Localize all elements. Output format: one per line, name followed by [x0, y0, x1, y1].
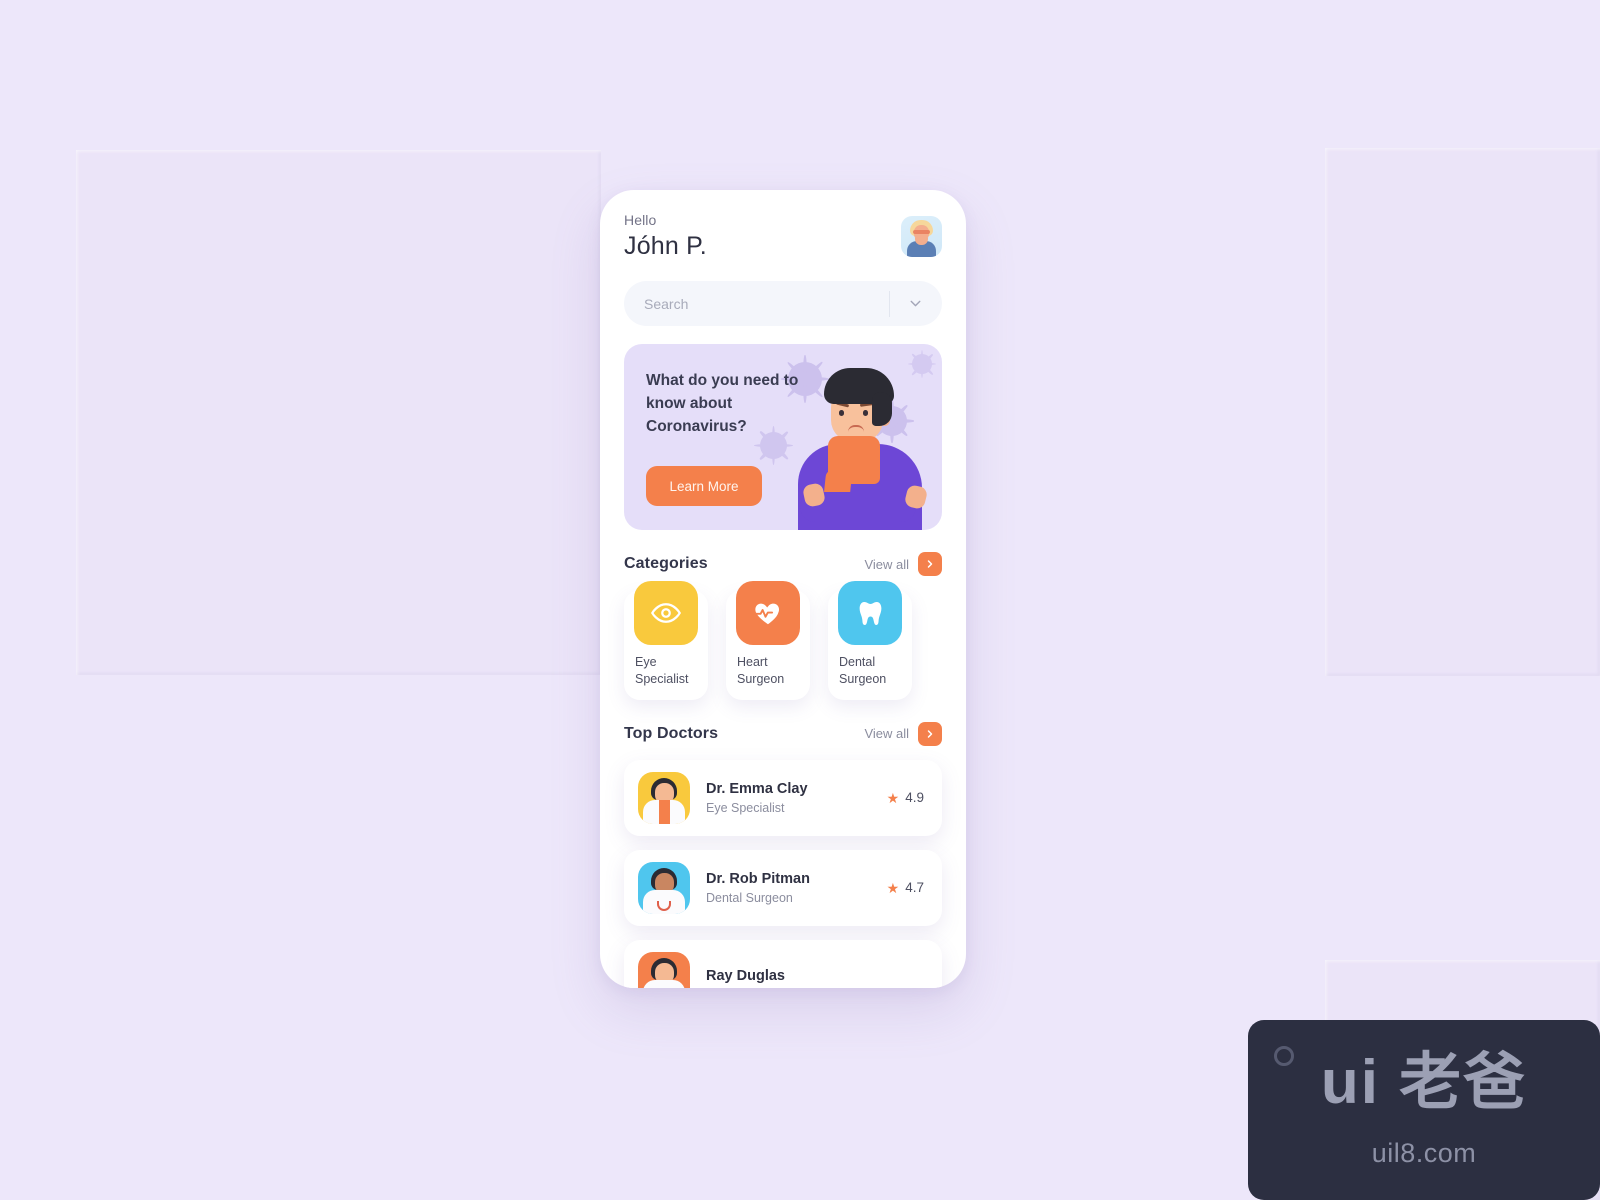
learn-more-button[interactable]: Learn More [646, 466, 762, 506]
search-divider [889, 290, 890, 317]
category-label: Heart Surgeon [737, 655, 785, 686]
doctor-row-emma-clay[interactable]: Dr. Emma Clay Eye Specialist ★ 4.9 [624, 759, 942, 836]
background-panel-right [1325, 148, 1600, 676]
category-label: Eye Specialist [635, 655, 689, 686]
header: Hello Jóhn P. [624, 212, 942, 261]
doctor-info: Dr. Emma Clay Eye Specialist [706, 781, 887, 815]
category-card-eye-specialist[interactable]: Eye Specialist [624, 581, 708, 700]
avatar-glasses [913, 230, 930, 234]
search-bar[interactable] [624, 281, 942, 326]
banner-title: What do you need to know about Coronavir… [646, 372, 799, 435]
rating-value: 4.9 [905, 790, 924, 806]
doctor-name: Ray Duglas [706, 967, 785, 984]
rating-value: 4.7 [905, 880, 924, 896]
watermark-url: uil8.com [1371, 1138, 1477, 1168]
categories-list: Eye Specialist Heart Surgeon Dental Surg… [624, 581, 942, 700]
tooth-icon [838, 581, 902, 645]
doctors-view-all[interactable]: View all [864, 721, 942, 746]
doctor-name: Dr. Emma Clay [706, 780, 808, 797]
doctor-specialty: Eye Specialist [706, 800, 785, 815]
banner-text-block: What do you need to know about Coronavir… [646, 370, 826, 439]
doctor-specialty: Dental Surgeon [706, 890, 793, 905]
doctor-info: Dr. Rob Pitman Dental Surgeon [706, 871, 887, 905]
star-icon: ★ [886, 789, 900, 806]
star-icon: ★ [886, 879, 900, 896]
chevron-right-icon[interactable] [918, 552, 942, 576]
greeting-label: Hello [624, 212, 657, 228]
doctor-male-avatar-icon [638, 861, 690, 914]
categories-view-all[interactable]: View all [864, 552, 942, 576]
doctor-info: Ray Duglas [706, 968, 924, 988]
greeting-block: Hello Jóhn P. [624, 212, 707, 261]
heart-pulse-icon [736, 581, 800, 645]
eye-icon [634, 581, 698, 645]
view-all-label: View all [864, 556, 909, 572]
doctor-rating: ★ 4.7 [887, 880, 924, 895]
doctor-name: Dr. Rob Pitman [706, 870, 810, 887]
category-card-dental-surgeon[interactable]: Dental Surgeon [828, 581, 912, 700]
doctors-list: Dr. Emma Clay Eye Specialist ★ 4.9 Dr. R… [624, 759, 942, 988]
user-name: Jóhn P. [624, 232, 707, 260]
watermark-logo: ui 老爸 [1320, 1048, 1528, 1117]
phone-frame: Hello Jóhn P. Search What do you need to… [600, 190, 966, 988]
doctor-row-ray-duglas[interactable]: Ray Duglas [624, 939, 942, 988]
background-panel-left [76, 150, 601, 675]
categories-section-header: Categories View all [624, 552, 942, 576]
categories-title: Categories [624, 555, 708, 572]
search-input[interactable] [644, 281, 887, 326]
app-screen: Hello Jóhn P. Search What do you need to… [600, 190, 966, 988]
coronavirus-banner[interactable]: What do you need to know about Coronavir… [624, 344, 942, 530]
doctor-row-rob-pitman[interactable]: Dr. Rob Pitman Dental Surgeon ★ 4.7 [624, 849, 942, 926]
view-all-label: View all [864, 726, 909, 742]
category-label: Dental Surgeon [839, 655, 887, 686]
doctors-section-header: Top Doctors View all [624, 721, 942, 746]
chevron-down-icon[interactable] [892, 281, 938, 326]
user-avatar-icon[interactable] [901, 216, 942, 257]
watermark-badge: ui 老爸 uil8.com [1248, 1020, 1600, 1200]
chevron-right-icon[interactable] [918, 721, 942, 746]
doctors-title: Top Doctors [624, 724, 719, 742]
doctor-rating: ★ 4.9 [887, 790, 924, 805]
doctor-male-avatar-icon [638, 951, 690, 988]
phone-mockup: Hello Jóhn P. Search What do you need to… [600, 190, 966, 988]
category-card-heart-surgeon[interactable]: Heart Surgeon [726, 581, 810, 700]
doctor-female-avatar-icon [638, 771, 690, 824]
